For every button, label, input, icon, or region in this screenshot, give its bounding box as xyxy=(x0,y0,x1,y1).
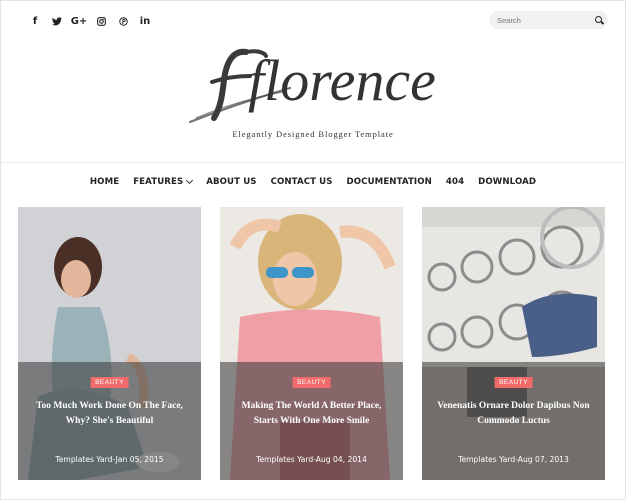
post-title[interactable]: Making The World A Better Place, Starts … xyxy=(232,399,391,429)
nav-404[interactable]: 404 xyxy=(446,177,464,187)
nav-features[interactable]: FEATURES xyxy=(133,176,194,187)
post-title[interactable]: Too Much Work Done On The Face, Why? She… xyxy=(30,399,189,429)
google-plus-icon[interactable]: G+ xyxy=(68,14,90,28)
site-logo[interactable]: florence xyxy=(186,40,446,126)
category-badge[interactable]: BEAUTY xyxy=(90,377,129,388)
chevron-down-icon xyxy=(186,176,194,184)
facebook-icon[interactable]: f xyxy=(24,14,46,28)
post-meta: Templates Yard-Aug 07, 2013 xyxy=(458,455,569,464)
search-input[interactable] xyxy=(495,14,589,26)
main-nav: HOME FEATURES ABOUT US CONTACT US DOCUME… xyxy=(0,163,626,200)
post-title[interactable]: Venenatis Ornare Dolor Dapibus Non Commo… xyxy=(434,399,593,429)
twitter-icon[interactable] xyxy=(46,14,68,28)
post-meta: Templates Yard-Jan 05, 2015 xyxy=(55,455,164,464)
post-card[interactable]: BEAUTY Too Much Work Done On The Face, W… xyxy=(18,207,201,480)
logo-wordmark: florence xyxy=(248,48,436,113)
nav-features-label: FEATURES xyxy=(133,176,184,187)
nav-home[interactable]: HOME xyxy=(90,177,119,187)
nav-documentation[interactable]: DOCUMENTATION xyxy=(347,177,432,187)
nav-contact[interactable]: CONTACT US xyxy=(271,177,333,187)
pinterest-icon[interactable] xyxy=(112,14,134,28)
linkedin-icon[interactable]: in xyxy=(134,14,156,28)
nav-about[interactable]: ABOUT US xyxy=(206,177,256,187)
search-box xyxy=(489,11,608,29)
post-meta: Templates Yard-Aug 04, 2014 xyxy=(256,455,367,464)
social-links: f G+ in xyxy=(24,14,156,28)
category-badge[interactable]: BEAUTY xyxy=(494,377,533,388)
nav-download[interactable]: DOWNLOAD xyxy=(478,177,536,187)
post-card[interactable]: BEAUTY Making The World A Better Place, … xyxy=(220,207,403,480)
post-card[interactable]: BEAUTY Venenatis Ornare Dolor Dapibus No… xyxy=(422,207,605,480)
search-icon[interactable] xyxy=(595,15,604,25)
category-badge[interactable]: BEAUTY xyxy=(292,377,331,388)
instagram-icon[interactable] xyxy=(90,14,112,28)
site-tagline: Elegantly Designed Blogger Template xyxy=(232,129,394,139)
